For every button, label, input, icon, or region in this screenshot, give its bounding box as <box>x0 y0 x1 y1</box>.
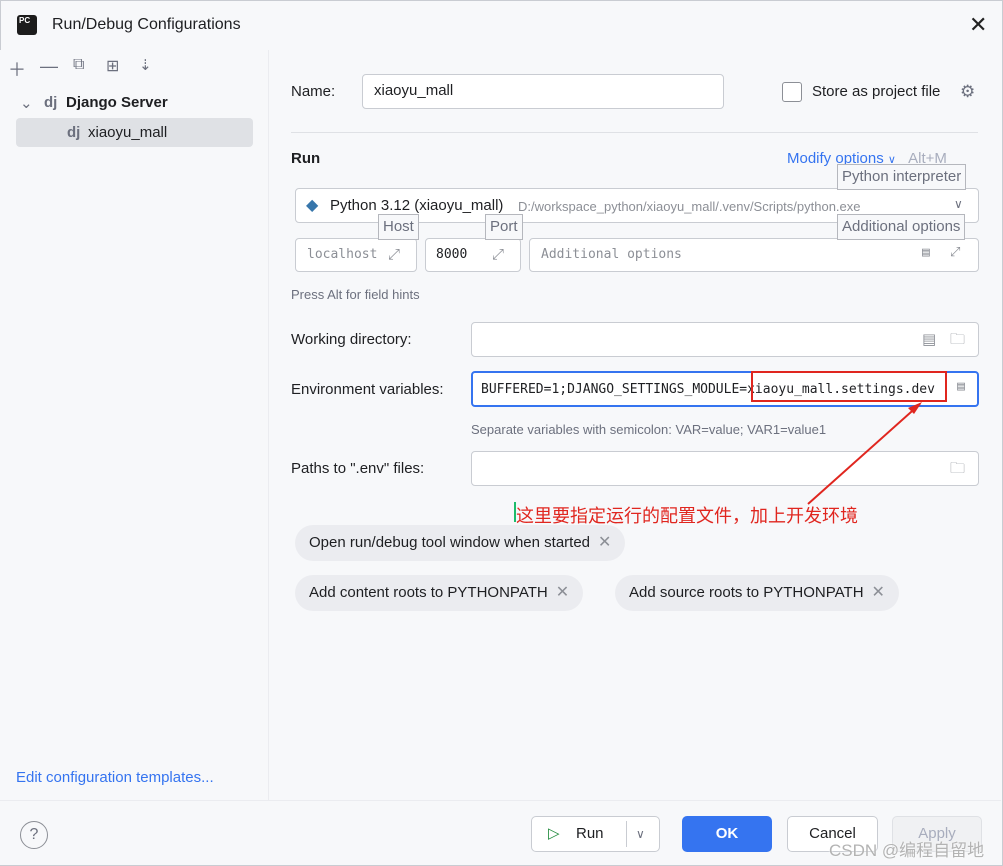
annotation-arrow <box>807 402 922 505</box>
ok-button[interactable]: OK <box>682 816 772 852</box>
chip-label: Open run/debug tool window when started <box>309 534 591 551</box>
run-button[interactable]: ▷ Run ∨ <box>531 816 660 852</box>
watermark: CSDN @编程自留地 <box>829 841 985 860</box>
chip-label: Add content roots to PYTHONPATH <box>309 584 548 601</box>
chip-content-roots[interactable]: Add content roots to PYTHONPATH ✕ <box>295 575 584 611</box>
run-label: Run <box>576 825 604 842</box>
chevron-down-icon[interactable]: ∨ <box>636 817 645 851</box>
chip-open-tool-window[interactable]: Open run/debug tool window when started ✕ <box>295 525 626 561</box>
close-icon[interactable]: ✕ <box>598 534 611 551</box>
close-icon[interactable]: ✕ <box>556 584 569 601</box>
chip-label: Add source roots to PYTHONPATH <box>629 584 864 601</box>
play-icon: ▷ <box>548 825 560 842</box>
divider <box>626 821 627 847</box>
chip-source-roots[interactable]: Add source roots to PYTHONPATH ✕ <box>615 575 899 611</box>
help-button[interactable]: ? <box>20 821 48 849</box>
close-icon[interactable]: ✕ <box>872 584 885 601</box>
